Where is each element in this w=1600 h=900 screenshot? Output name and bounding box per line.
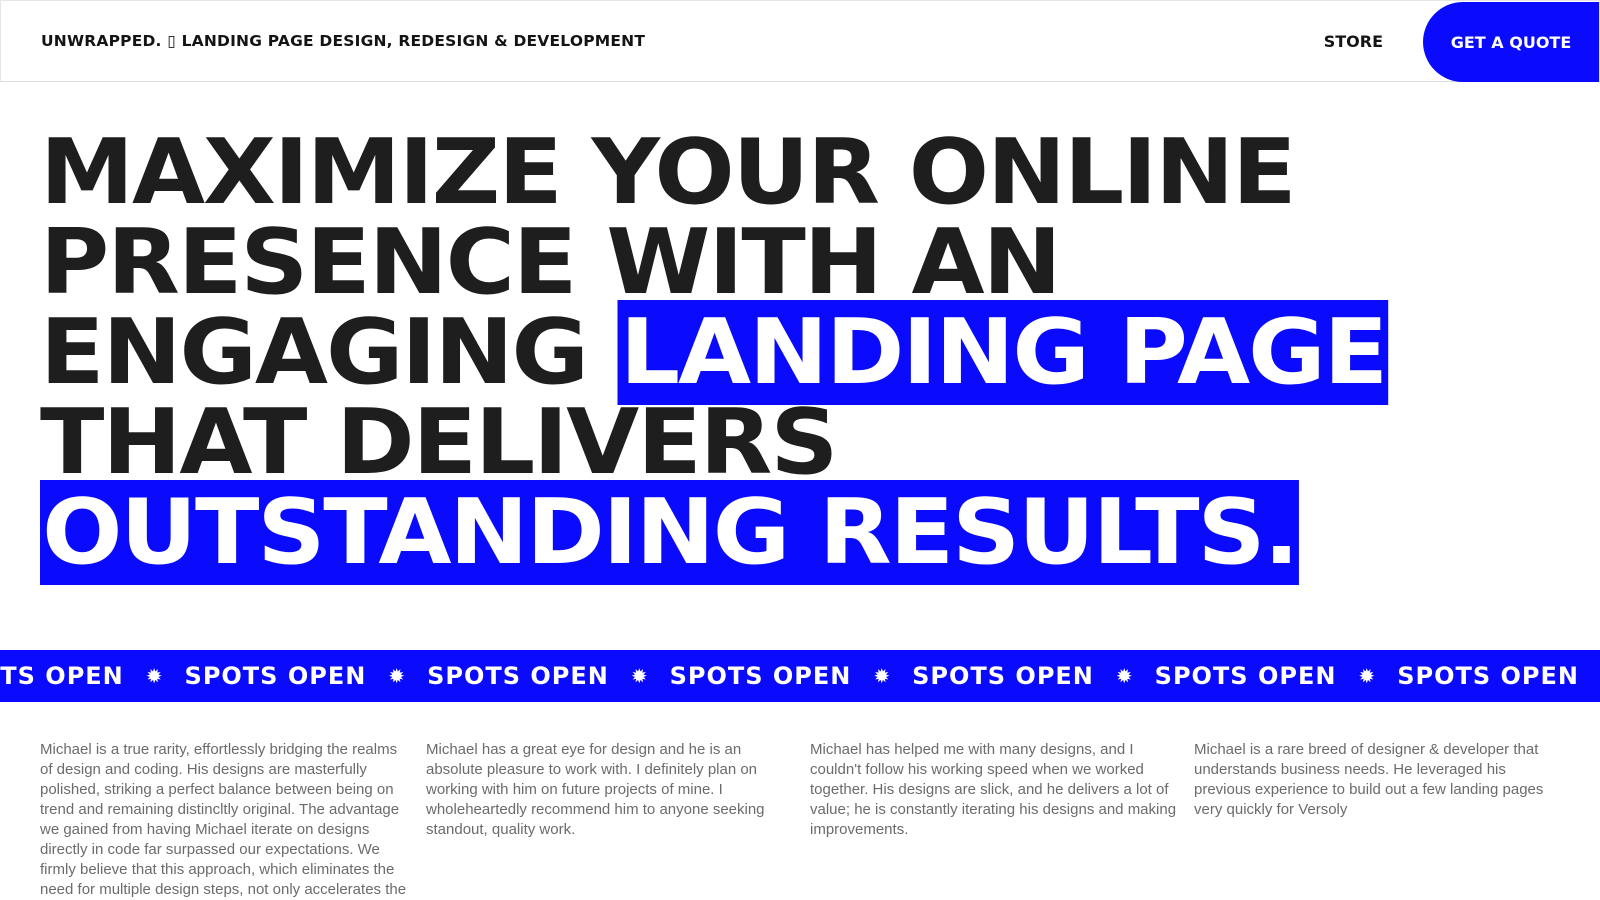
testimonial-text: Michael has a great eye for design and h… [426,741,765,838]
sunburst-icon: ✹ [145,664,163,688]
hero-line-1: MAXIMIZE YOUR ONLINE [40,120,1297,225]
hero-line-3: ENGAGING LANDING PAGE [40,300,1600,405]
sunburst-icon: ✹ [873,664,891,688]
testimonial-text: Michael has helped me with many designs,… [810,741,1177,838]
sunburst-icon: ✹ [1358,664,1376,688]
hero-highlight-results: OUTSTANDING RESULTS. [40,480,1299,585]
sunburst-icon: ✹ [630,664,648,688]
nav-link-store[interactable]: STORE [1324,32,1383,51]
sunburst-icon: ✹ [1115,664,1133,688]
hero-line-5: OUTSTANDING RESULTS. [40,480,1600,585]
sunburst-icon: ✹ [388,664,406,688]
site-header: UNWRAPPED. ▯ LANDING PAGE DESIGN, REDESI… [0,0,1600,82]
brand-title[interactable]: UNWRAPPED. ▯ LANDING PAGE DESIGN, REDESI… [41,32,645,50]
get-a-quote-button[interactable]: GET A QUOTE [1423,2,1599,82]
spots-open-ticker: SPOTS OPEN ✹ SPOTS OPEN ✹ SPOTS OPEN ✹ S… [0,650,1600,702]
main-nav: STORE GET A QUOTE [1324,1,1599,82]
ticker-item: SPOTS OPEN [427,662,609,690]
ticker-item: SPOTS OPEN [912,662,1094,690]
hero-line-2: PRESENCE WITH AN [40,210,1062,315]
testimonial-text: Michael is a rare breed of designer & de… [1194,741,1544,818]
ticker-item: SPOTS OPEN [1397,662,1579,690]
testimonial-text: Michael is a true rarity, effortlessly b… [40,741,407,898]
testimonials-section: Michael is a true rarity, effortlessly b… [40,740,1580,900]
ticker-item: SPOTS OPEN [1154,662,1337,690]
ticker-item: SPOTS OPEN [0,662,124,690]
hero-headline: MAXIMIZE YOUR ONLINE PRESENCE WITH AN EN… [40,120,1600,585]
hero-line-4: THAT DELIVERS [40,390,838,495]
ticker-item: SPOTS OPEN [184,662,367,690]
ticker-track: SPOTS OPEN ✹ SPOTS OPEN ✹ SPOTS OPEN ✹ S… [0,662,1600,690]
ticker-item: SPOTS OPEN [669,662,852,690]
